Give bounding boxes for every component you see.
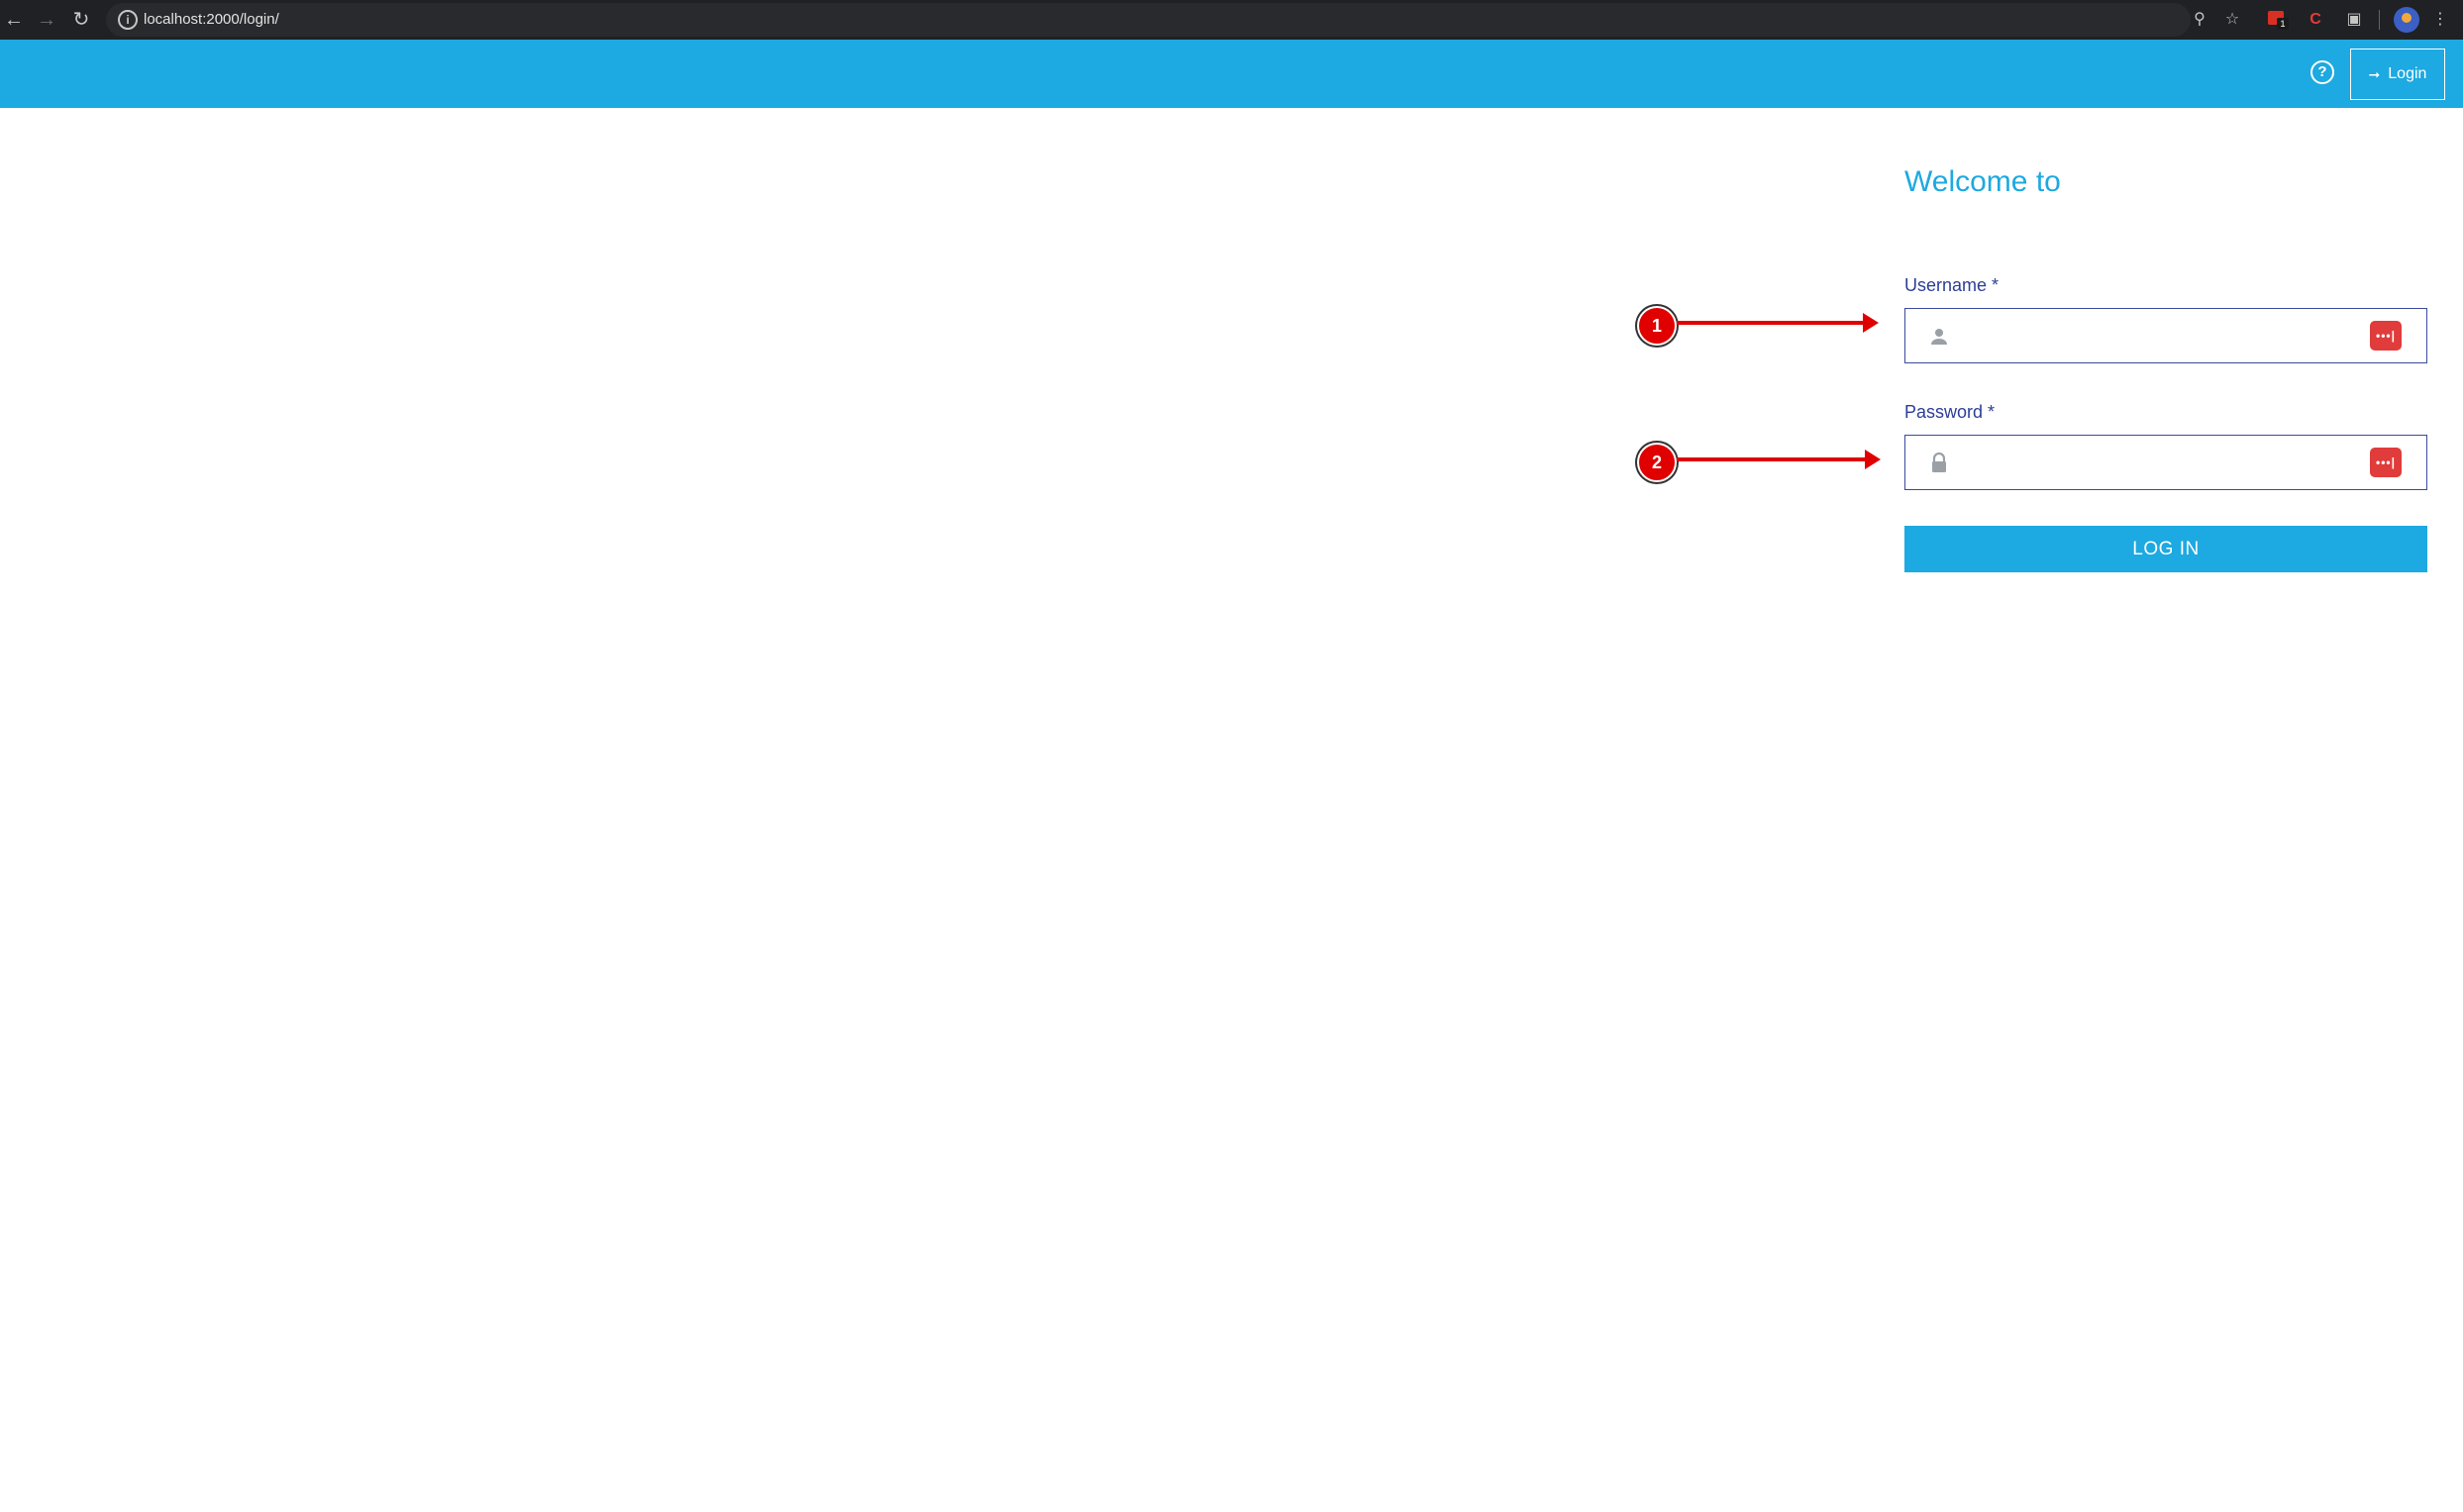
annotation-arrow-2 xyxy=(1677,450,1881,469)
extension-badge-count: 1 xyxy=(2277,18,2289,30)
user-icon xyxy=(1931,329,1947,345)
site-info-icon[interactable]: i xyxy=(118,10,138,30)
url-text[interactable]: localhost:2000/login/ xyxy=(144,10,279,30)
forward-icon[interactable]: → xyxy=(33,6,60,34)
help-icon[interactable]: ? xyxy=(2310,60,2334,84)
password-input[interactable] xyxy=(1961,444,2357,481)
annotation-callout-1: 1 xyxy=(1637,306,1677,346)
profile-avatar[interactable] xyxy=(2394,7,2419,33)
username-field[interactable]: •••| xyxy=(1904,308,2427,363)
username-label: Username * xyxy=(1904,275,2000,295)
zoom-icon[interactable]: ⚲ xyxy=(2186,6,2213,34)
password-field[interactable]: •••| xyxy=(1904,435,2427,490)
log-in-button[interactable]: LOG IN xyxy=(1904,526,2427,572)
password-manager-icon[interactable]: •••| xyxy=(2370,448,2402,477)
annotation-callout-2: 2 xyxy=(1637,443,1677,482)
menu-kebab-icon[interactable]: ⋮ xyxy=(2426,6,2454,34)
browser-toolbar: ← → ↻ i localhost:2000/login/ ⚲ ☆ 1 C ▣ … xyxy=(0,0,2463,40)
lock-icon xyxy=(1932,452,1946,472)
reload-icon[interactable]: ↻ xyxy=(67,6,95,34)
app-header xyxy=(0,40,2463,108)
password-label: Password * xyxy=(1904,402,1996,422)
bookmark-star-icon[interactable]: ☆ xyxy=(2218,6,2246,34)
extension-badge-icon[interactable]: 1 xyxy=(2266,8,2289,30)
extensions-puzzle-icon[interactable]: ▣ xyxy=(2340,6,2368,34)
username-input[interactable] xyxy=(1961,317,2357,354)
password-manager-icon[interactable]: •••| xyxy=(2370,321,2402,351)
annotation-arrow-1 xyxy=(1677,313,1879,333)
login-icon: ➞ xyxy=(2368,65,2381,82)
address-bar[interactable]: i localhost:2000/login/ xyxy=(106,3,2191,37)
back-icon[interactable]: ← xyxy=(0,6,28,34)
header-login-label: Login xyxy=(2388,65,2427,82)
header-login-button[interactable]: ➞ Login xyxy=(2350,49,2445,100)
extension-c-icon[interactable]: C xyxy=(2302,6,2329,34)
toolbar-divider xyxy=(2379,10,2380,30)
welcome-title: Welcome to xyxy=(1904,165,2061,198)
